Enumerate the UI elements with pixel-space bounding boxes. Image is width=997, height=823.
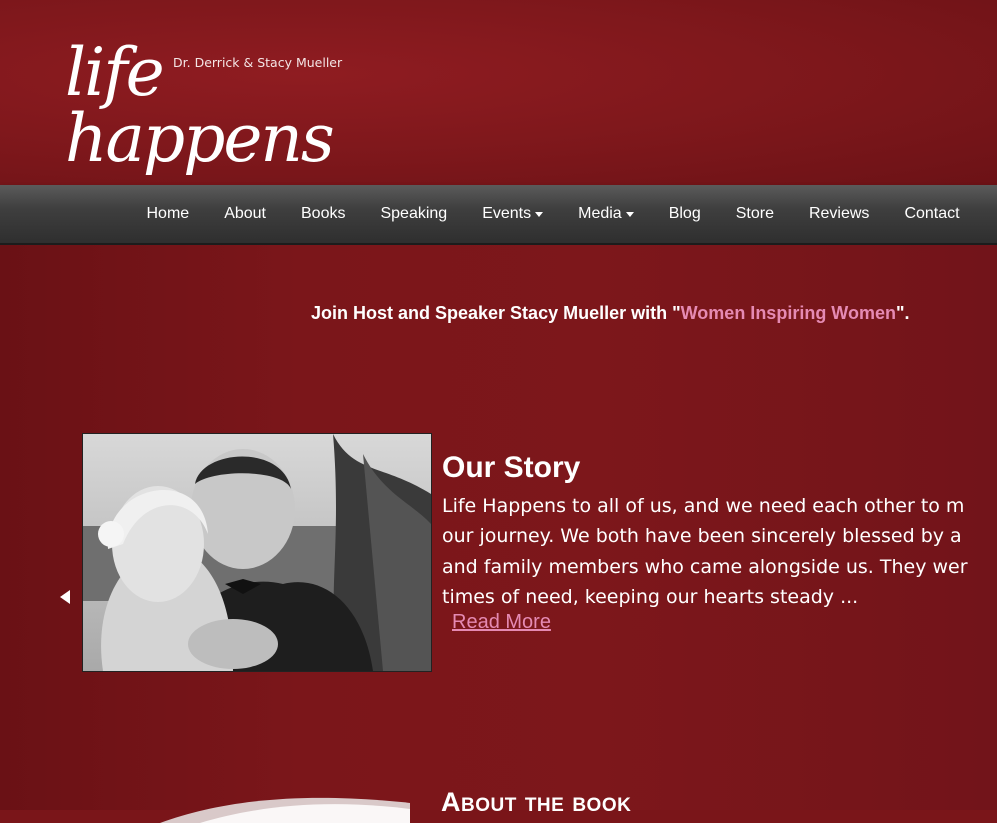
story-title: Our Story: [442, 451, 581, 484]
site-header: life happens Dr. Derrick & Stacy Mueller: [0, 0, 997, 185]
about-book-title: About the book: [441, 787, 632, 817]
nav-item-label: Blog: [668, 205, 701, 222]
nav-item-label: Speaking: [380, 205, 448, 222]
book-cover-image: [160, 797, 410, 823]
nav-item-label: Events: [482, 205, 532, 222]
nav-item-label: Books: [301, 205, 346, 222]
story-photo: [82, 433, 432, 672]
main-navigation: Home About Books Speaking Events Media B…: [0, 185, 997, 245]
caret-down-icon: [535, 212, 544, 217]
read-more-link[interactable]: Read More: [452, 611, 551, 634]
story-line: and family members who came alongside us…: [442, 555, 968, 578]
logo-byline: Dr. Derrick & Stacy Mueller: [173, 55, 343, 70]
announcement-link[interactable]: Women Inspiring Women: [681, 303, 896, 323]
announcement-suffix: ".: [895, 303, 910, 323]
nav-item-media[interactable]: Media: [561, 205, 652, 223]
announcement-prefix: Join Host and Speaker Stacy Mueller with…: [311, 303, 681, 323]
nav-item-blog[interactable]: Blog: [651, 205, 718, 223]
story-line: our journey. We both have been sincerely…: [442, 525, 962, 548]
caret-down-icon: [625, 212, 634, 217]
carousel-prev-arrow-icon[interactable]: [60, 590, 70, 604]
nav-item-label: Reviews: [808, 205, 870, 222]
announcement-banner: Join Host and Speaker Stacy Mueller with…: [311, 303, 910, 324]
nav-item-contact[interactable]: Contact: [887, 205, 977, 223]
nav-item-reviews[interactable]: Reviews: [791, 205, 886, 223]
nav-item-label: Home: [146, 205, 190, 222]
nav-item-books[interactable]: Books: [284, 205, 363, 223]
couple-photo-illustration: [83, 434, 431, 671]
nav-item-store[interactable]: Store: [718, 205, 791, 223]
story-line: Life Happens to all of us, and we need e…: [442, 495, 965, 517]
story-excerpt: Life Happens to all of us, and we need e…: [442, 491, 997, 611]
nav-item-about[interactable]: About: [207, 205, 284, 223]
nav-item-speaking[interactable]: Speaking: [363, 205, 465, 223]
site-logo[interactable]: life happens Dr. Derrick & Stacy Mueller: [60, 22, 360, 172]
nav-item-events[interactable]: Events: [465, 205, 561, 223]
nav-item-home[interactable]: Home: [129, 205, 207, 223]
nav-item-label: Media: [578, 205, 622, 222]
nav-item-label: Store: [735, 205, 774, 222]
story-line: times of need, keeping our hearts steady…: [442, 585, 859, 608]
nav-item-label: Contact: [904, 205, 960, 222]
nav-item-label: About: [224, 205, 266, 222]
